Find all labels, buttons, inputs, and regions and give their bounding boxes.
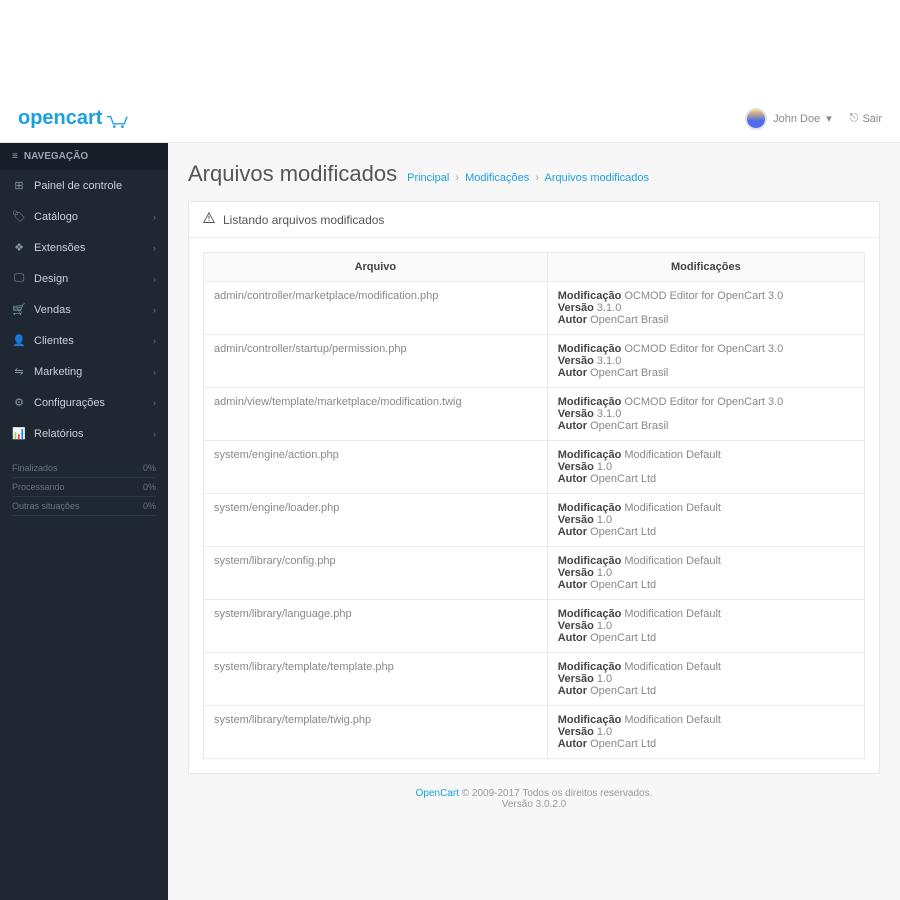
chart-icon: 📊 — [12, 427, 26, 440]
cell-mods: Modificação Modification DefaultVersão 1… — [547, 441, 864, 494]
cell-file: admin/controller/marketplace/modificatio… — [204, 282, 548, 335]
col-mods: Modificações — [547, 253, 864, 282]
sidebar-item-share[interactable]: ⇋ Marketing › — [0, 356, 168, 387]
user-icon: 👤 — [12, 334, 26, 347]
cell-mods: Modificação OCMOD Editor for OpenCart 3.… — [547, 335, 864, 388]
stat-row: Outras situações0% — [12, 497, 156, 516]
cell-mods: Modificação OCMOD Editor for OpenCart 3.… — [547, 388, 864, 441]
tag-icon: 🏷 — [12, 210, 26, 223]
table-row: system/library/config.phpModificação Mod… — [204, 547, 865, 600]
brand-logo[interactable]: opencart — [18, 107, 128, 130]
sidebar-item-label: Relatórios — [34, 428, 145, 440]
sidebar-item-dashboard[interactable]: ⊞ Painel de controle — [0, 170, 168, 201]
files-table: Arquivo Modificações admin/controller/ma… — [203, 252, 865, 759]
sidebar-item-label: Vendas — [34, 304, 145, 316]
table-row: admin/controller/startup/permission.phpM… — [204, 335, 865, 388]
cell-mods: Modificação OCMOD Editor for OpenCart 3.… — [547, 282, 864, 335]
logout-icon: ⎋ — [850, 112, 859, 125]
gear-icon: ⚙ — [12, 396, 26, 409]
cell-mods: Modificação Modification DefaultVersão 1… — [547, 653, 864, 706]
cell-file: system/engine/loader.php — [204, 494, 548, 547]
table-row: system/engine/action.phpModificação Modi… — [204, 441, 865, 494]
sidebar-item-label: Clientes — [34, 335, 145, 347]
chevron-right-icon: › — [153, 367, 156, 377]
sidebar-item-label: Extensões — [34, 242, 145, 254]
breadcrumb-parent[interactable]: Modificações — [465, 172, 529, 184]
chevron-right-icon: › — [153, 429, 156, 439]
content: Arquivos modificados Principal › Modific… — [168, 143, 900, 900]
breadcrumb-home[interactable]: Principal — [407, 172, 449, 184]
sidebar-item-puzzle[interactable]: ❖ Extensões › — [0, 232, 168, 263]
share-icon: ⇋ — [12, 365, 26, 378]
footer: OpenCart © 2009-2017 Todos os direitos r… — [188, 774, 880, 838]
stat-row: Finalizados0% — [12, 459, 156, 478]
sidebar-item-label: Marketing — [34, 366, 145, 378]
cart-icon: 🛒 — [12, 303, 26, 316]
sidebar-item-tag[interactable]: 🏷 Catálogo › — [0, 201, 168, 232]
sidebar-item-label: Painel de controle — [34, 180, 156, 192]
dashboard-icon: ⊞ — [12, 179, 26, 192]
avatar — [745, 108, 767, 130]
logout-link[interactable]: ⎋ Sair — [850, 112, 882, 125]
cart-icon — [106, 112, 128, 126]
user-name: John Doe — [773, 113, 820, 125]
table-row: system/library/language.phpModificação M… — [204, 600, 865, 653]
panel-title: Listando arquivos modificados — [223, 213, 384, 227]
panel: Listando arquivos modificados Arquivo Mo… — [188, 201, 880, 774]
footer-copy: © 2009-2017 Todos os direitos reservados… — [459, 788, 652, 799]
sidebar-item-label: Design — [34, 273, 145, 285]
sidebar-item-gear[interactable]: ⚙ Configurações › — [0, 387, 168, 418]
cell-file: system/library/config.php — [204, 547, 548, 600]
cell-file: admin/controller/startup/permission.php — [204, 335, 548, 388]
cell-file: system/library/language.php — [204, 600, 548, 653]
table-row: admin/view/template/marketplace/modifica… — [204, 388, 865, 441]
table-row: system/library/template/template.phpModi… — [204, 653, 865, 706]
chevron-right-icon: › — [153, 336, 156, 346]
brand-text: opencart — [18, 107, 102, 130]
breadcrumb-current[interactable]: Arquivos modificados — [544, 172, 649, 184]
sidebar-item-user[interactable]: 👤 Clientes › — [0, 325, 168, 356]
chevron-right-icon: › — [153, 398, 156, 408]
user-menu[interactable]: John Doe ▾ — [745, 108, 832, 130]
cell-file: system/engine/action.php — [204, 441, 548, 494]
nav-title: ≡ NAVEGAÇÃO — [0, 143, 168, 170]
sidebar-item-label: Catálogo — [34, 211, 145, 223]
cell-mods: Modificação Modification DefaultVersão 1… — [547, 600, 864, 653]
monitor-icon: 🖵 — [12, 272, 26, 285]
cell-mods: Modificação Modification DefaultVersão 1… — [547, 706, 864, 759]
cell-file: system/library/template/twig.php — [204, 706, 548, 759]
top-spacer — [0, 0, 900, 95]
chevron-right-icon: › — [153, 305, 156, 315]
table-row: system/engine/loader.phpModificação Modi… — [204, 494, 865, 547]
panel-head: Listando arquivos modificados — [189, 202, 879, 238]
warning-icon — [203, 212, 215, 227]
chevron-right-icon: › — [153, 212, 156, 222]
sidebar-item-label: Configurações — [34, 397, 145, 409]
sidebar-stats: Finalizados0%Processando0%Outras situaçõ… — [0, 449, 168, 526]
table-row: admin/controller/marketplace/modificatio… — [204, 282, 865, 335]
sidebar-item-chart[interactable]: 📊 Relatórios › — [0, 418, 168, 449]
stat-row: Processando0% — [12, 478, 156, 497]
footer-version: Versão 3.0.2.0 — [502, 799, 567, 810]
sidebar-item-monitor[interactable]: 🖵 Design › — [0, 263, 168, 294]
chevron-right-icon: › — [153, 274, 156, 284]
table-row: system/library/template/twig.phpModifica… — [204, 706, 865, 759]
cell-file: admin/view/template/marketplace/modifica… — [204, 388, 548, 441]
footer-link[interactable]: OpenCart — [416, 788, 459, 799]
menu-icon: ≡ — [12, 151, 18, 162]
page-title: Arquivos modificados — [188, 161, 397, 187]
chevron-right-icon: › — [153, 243, 156, 253]
sidebar-item-cart[interactable]: 🛒 Vendas › — [0, 294, 168, 325]
cell-file: system/library/template/template.php — [204, 653, 548, 706]
breadcrumb: Principal › Modificações › Arquivos modi… — [407, 172, 649, 184]
cell-mods: Modificação Modification DefaultVersão 1… — [547, 547, 864, 600]
header: opencart John Doe ▾ ⎋ Sair — [0, 95, 900, 143]
col-file: Arquivo — [204, 253, 548, 282]
logout-label: Sair — [862, 113, 882, 125]
chevron-down-icon: ▾ — [826, 112, 832, 125]
sidebar: ≡ NAVEGAÇÃO ⊞ Painel de controle 🏷 Catálogo… — [0, 143, 168, 900]
cell-mods: Modificação Modification DefaultVersão 1… — [547, 494, 864, 547]
puzzle-icon: ❖ — [12, 241, 26, 254]
